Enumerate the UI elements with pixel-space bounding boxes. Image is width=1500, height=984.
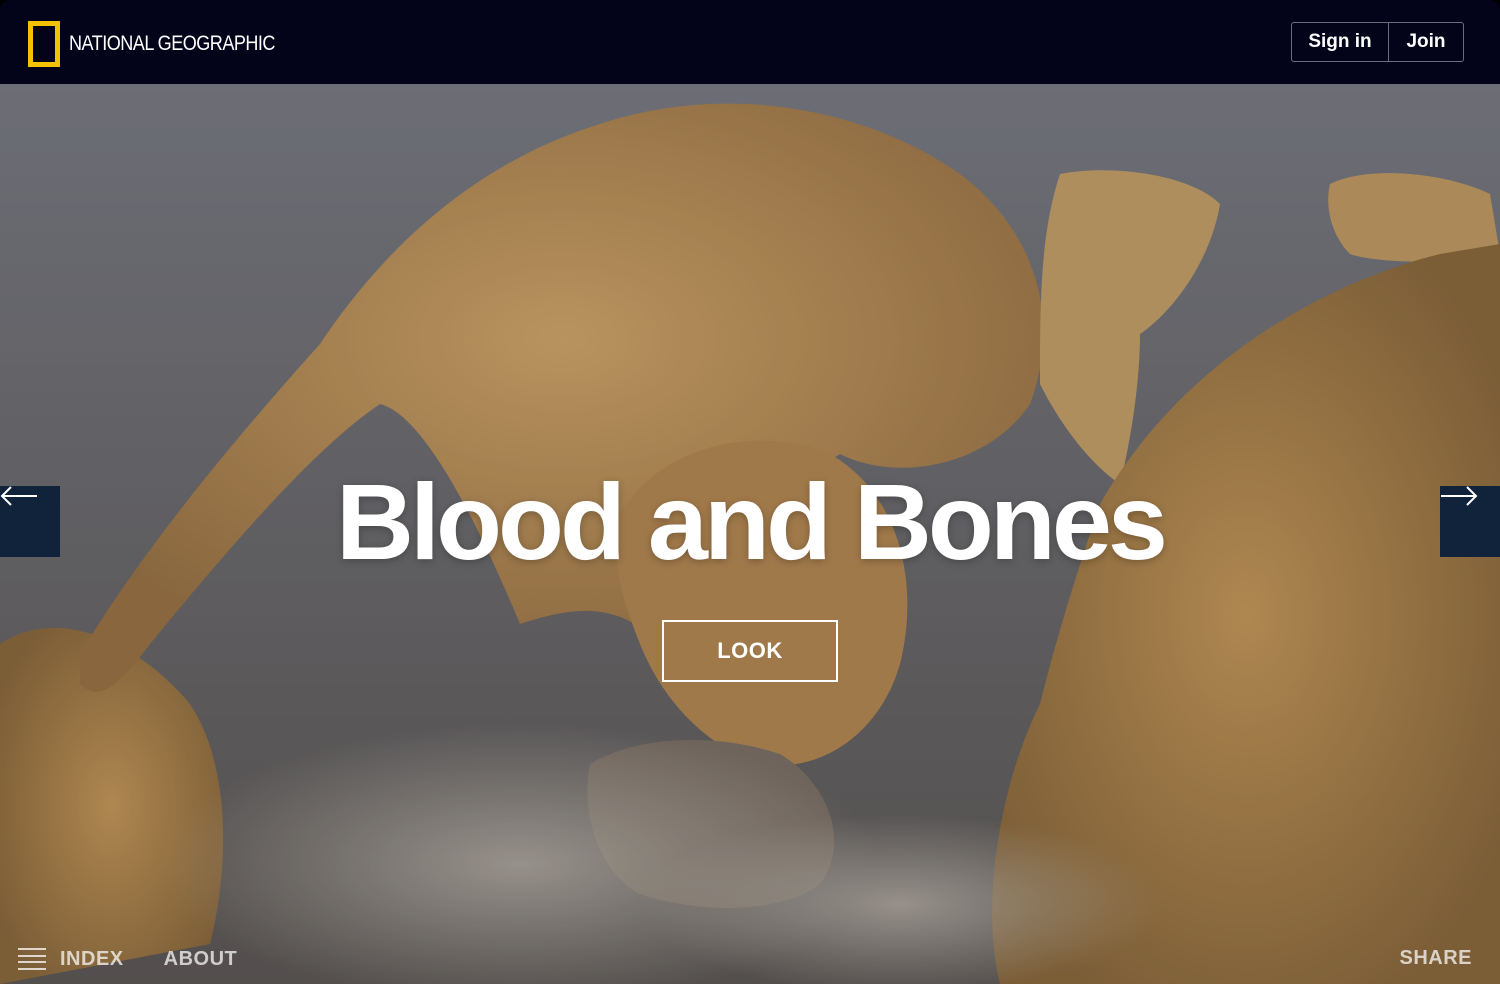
yellow-border-icon <box>28 21 60 67</box>
sign-in-button[interactable]: Sign in <box>1292 23 1389 61</box>
nat-geo-logo[interactable]: NATIONAL GEOGRAPHIC <box>28 21 308 67</box>
index-link[interactable]: INDEX <box>60 948 124 971</box>
about-link[interactable]: ABOUT <box>164 948 238 971</box>
prev-slide-button[interactable] <box>0 486 60 557</box>
arrow-left-icon <box>0 486 37 506</box>
next-slide-button[interactable] <box>1440 486 1500 557</box>
footer-nav: INDEX ABOUT <box>18 944 237 974</box>
auth-group: Sign in Join <box>1291 22 1464 62</box>
join-button[interactable]: Join <box>1389 23 1463 61</box>
share-link[interactable]: SHARE <box>1399 947 1472 970</box>
story-title: Blood and Bones <box>336 461 1168 582</box>
hamburger-icon[interactable] <box>18 948 46 970</box>
arrow-right-icon <box>1441 486 1478 506</box>
logo-text: NATIONAL GEOGRAPHIC <box>69 32 275 55</box>
look-button[interactable]: LOOK <box>662 620 838 682</box>
top-navbar: NATIONAL GEOGRAPHIC Sign in Join <box>0 0 1500 84</box>
page: NATIONAL GEOGRAPHIC Sign in Join Blood a… <box>0 0 1500 984</box>
hero-image: Blood and Bones LOOK INDEX ABOUT SHARE <box>0 84 1500 984</box>
